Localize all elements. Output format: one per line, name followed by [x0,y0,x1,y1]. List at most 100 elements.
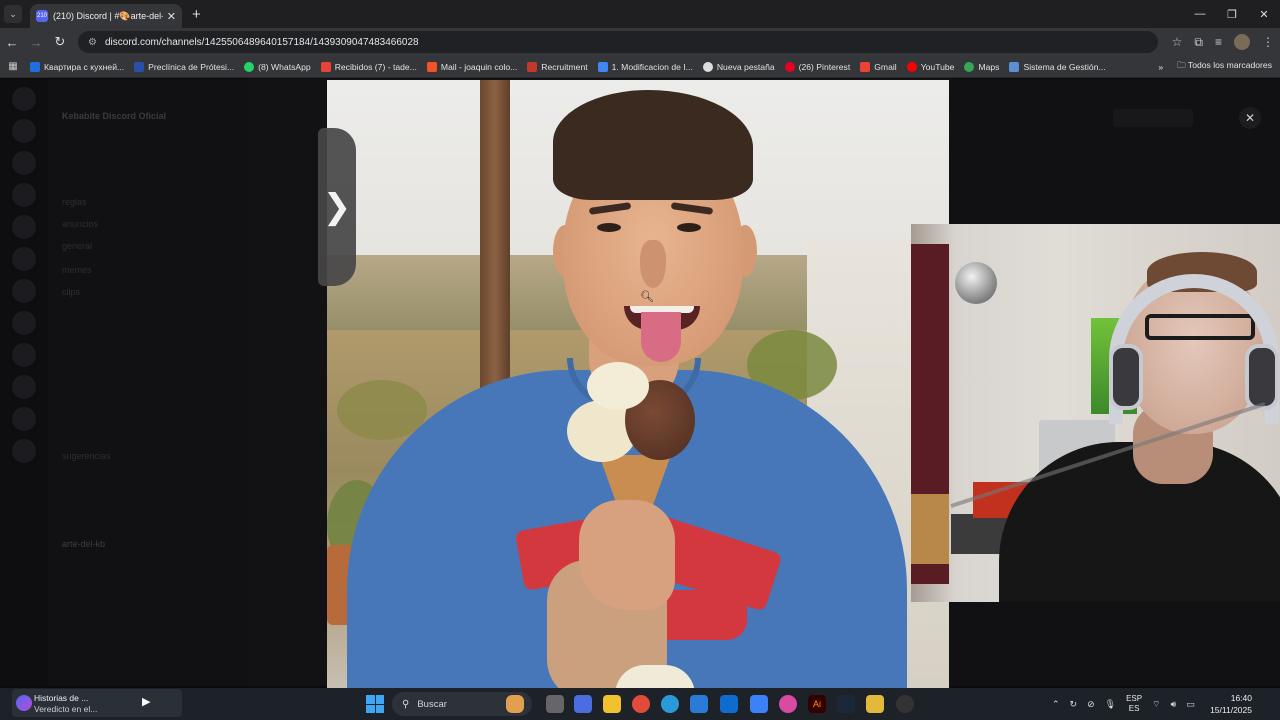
back-arrow-icon[interactable]: ← [0,35,24,50]
channel-item[interactable]: reglas [62,197,87,207]
bookmark-item[interactable]: Gmail [860,61,897,72]
bookmark-item[interactable]: (8) WhatsApp [244,61,311,72]
restore-button[interactable]: ❐ [1216,0,1248,28]
bookmarks-overflow-icon[interactable]: » [1158,62,1163,72]
bookmark-item[interactable]: Maps [964,61,999,72]
channel-item[interactable]: anuncios [62,219,98,229]
forward-arrow-icon[interactable]: → [24,35,48,50]
image-eye [677,223,701,232]
server-icon[interactable] [12,343,36,367]
close-viewer-button[interactable]: ✕ [1239,107,1261,129]
microsoft-icon [426,61,437,72]
store-icon[interactable] [690,695,708,713]
webcam-chair [911,494,949,564]
chrome-icon[interactable] [632,695,650,713]
server-icon[interactable] [12,119,36,143]
server-icon[interactable] [12,247,36,271]
apps-grid-icon[interactable]: ▦ [0,61,26,72]
bookmark-item[interactable]: Квартира с кухней... [30,61,124,72]
taskbar-app-icon[interactable] [506,695,524,713]
site-info-icon[interactable]: ⚙ [88,37,97,48]
webcam-overlay [911,224,1280,602]
bookmark-item[interactable]: Preclínica de Prótesi... [134,61,234,72]
media-play-icon[interactable]: ▶ [142,695,150,708]
server-icon[interactable] [12,279,36,303]
bookmark-item[interactable]: Recibidos (7) - tade... [320,61,417,72]
bookmark-item[interactable]: Sistema de Gestión... [1009,61,1106,72]
taskbar-app-icon[interactable] [750,695,768,713]
bookmark-item[interactable]: Recruitment [527,61,588,72]
media-app-icon [16,695,32,711]
battery-icon[interactable]: ▭ [1186,699,1195,710]
wifi-icon[interactable]: ⌔ [1152,699,1160,710]
window-close-button[interactable]: ✕ [1248,0,1280,28]
clock-time: 16:40 [1230,693,1252,703]
bookmark-item[interactable]: Mail - joaquin colo... [426,61,517,72]
docs-icon [597,61,608,72]
webcam-disco-ball [955,262,997,304]
task-view-icon[interactable] [546,695,564,713]
server-icon[interactable] [12,311,36,335]
tab-discord[interactable]: 210 (210) Discord | #🎨arte-del-kb ✕ [30,4,182,28]
tab-search-button[interactable]: ⌄ [4,5,22,23]
obs-icon[interactable] [896,695,914,713]
media-widget[interactable]: Historias de ... Veredicto en el... ▶ [12,689,182,717]
all-bookmarks-folder[interactable]: 🗀 Todos los marcadores [1177,60,1272,74]
browser-tab-bar: ⌄ 210 (210) Discord | #🎨arte-del-kb ✕ + … [0,0,1280,28]
previous-image-button[interactable]: ❯ [318,128,356,286]
bookmark-star-icon[interactable]: ☆ [1172,35,1183,49]
search-icon: ⚲ [402,698,410,710]
search-box[interactable] [1113,109,1193,127]
server-icon[interactable] [12,87,36,111]
steam-icon[interactable] [837,695,855,713]
zoom-cursor-icon: 🔍︎ [640,291,654,303]
image-nose [640,240,666,288]
tab-close-icon[interactable]: ✕ [167,10,176,23]
reload-icon[interactable]: ↻ [48,34,72,50]
channel-item-active[interactable]: arte-del-kb [62,539,105,549]
new-tab-button[interactable]: + [192,6,201,23]
tab-title: (210) Discord | #🎨arte-del-kb [53,10,163,21]
minimize-button[interactable]: — [1184,0,1216,28]
windows-start-icon[interactable] [366,695,384,713]
channel-item[interactable]: general [62,241,92,251]
illustrator-icon[interactable]: Ai [808,695,826,713]
outlook-icon[interactable] [720,695,738,713]
file-explorer-icon[interactable] [603,695,621,713]
extensions-icon[interactable]: ⧉ [1194,35,1203,50]
bookmark-item[interactable]: (26) Pinterest [784,61,850,72]
youtube-icon [906,61,917,72]
bookmark-item[interactable]: Nueva pestaña [702,61,775,72]
taskbar-app-icon[interactable] [866,695,884,713]
bookmark-item[interactable]: YouTube [906,61,954,72]
clock-date: 15/11/2025 [1210,705,1252,715]
taskbar-clock[interactable]: 16:40 15/11/2025 [1200,692,1252,716]
image-viewer[interactable] [327,80,949,688]
media-controls-icon[interactable]: ≡ [1215,35,1222,49]
server-icon[interactable] [12,151,36,175]
server-icon[interactable] [12,407,36,431]
screen: ⌄ 210 (210) Discord | #🎨arte-del-kb ✕ + … [0,0,1280,720]
server-icon[interactable] [12,183,36,207]
tray-sync-icon[interactable]: ↻ [1070,699,1078,710]
server-name[interactable]: Kebabite Discord Oficial [62,111,166,121]
language-indicator[interactable]: ESP ES [1126,694,1142,714]
edge-icon[interactable] [661,695,679,713]
channel-item[interactable]: clips [62,287,80,297]
volume-icon[interactable]: 🔊︎ [1171,699,1177,710]
microphone-icon[interactable]: 🎙︎ [1105,699,1116,710]
server-icon[interactable] [12,215,36,239]
server-icon[interactable] [12,375,36,399]
tray-network-off-icon[interactable]: ⊘ [1087,699,1095,710]
tray-overflow-icon[interactable]: ⌃ [1052,699,1060,710]
menu-kebab-icon[interactable]: ⋮ [1262,35,1274,49]
profile-avatar[interactable] [1234,34,1250,50]
address-bar[interactable]: ⚙ discord.com/channels/14255064896401571… [78,31,1158,53]
taskbar-app-icon[interactable] [779,695,797,713]
image-ice-cream-scoop [587,362,649,410]
bookmark-item[interactable]: 1. Modificacion de I... [597,61,693,72]
channel-item[interactable]: sugerencias [62,451,111,461]
channel-item[interactable]: memes [62,265,92,275]
taskbar-app-icon[interactable] [574,695,592,713]
server-icon[interactable] [12,439,36,463]
